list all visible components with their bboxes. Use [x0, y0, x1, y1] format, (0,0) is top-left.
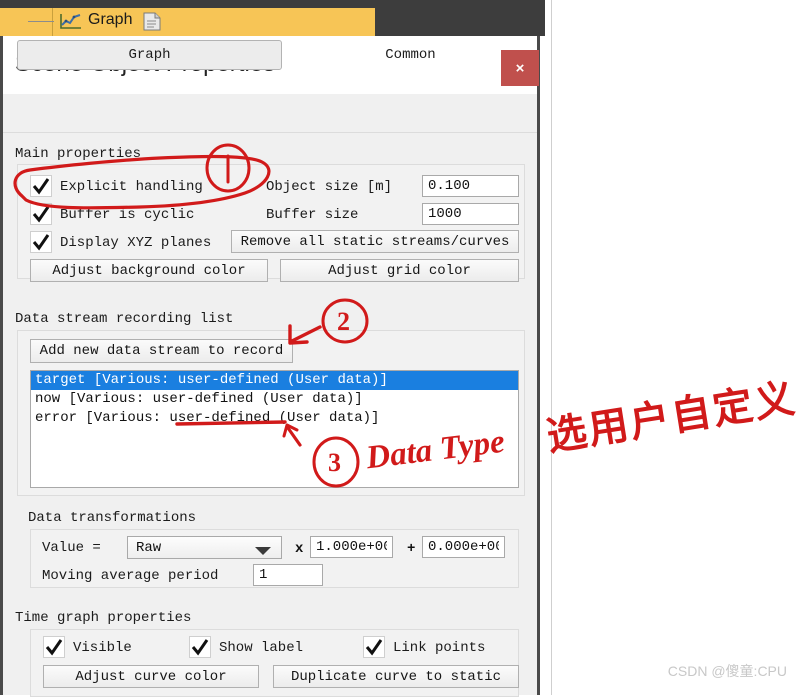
list-item[interactable]: now [Various: user-defined (User data)]: [31, 390, 518, 409]
line-chart-icon: [60, 12, 82, 30]
close-button[interactable]: ×: [501, 50, 539, 86]
label-buffer-size: Buffer size: [266, 207, 359, 223]
offset-input[interactable]: [422, 536, 505, 558]
list-item[interactable]: error [Various: user-defined (User data)…: [31, 409, 518, 428]
document-icon[interactable]: [143, 12, 161, 31]
label-link-points: Link points: [393, 640, 486, 656]
checkbox-buffer-is-cyclic[interactable]: [30, 203, 52, 225]
chevron-down-icon: [255, 547, 271, 555]
label-object-size: Object size [m]: [266, 179, 393, 195]
label-display-xyz-planes: Display XYZ planes: [60, 235, 212, 251]
list-item[interactable]: target [Various: user-defined (User data…: [31, 371, 518, 390]
checkbox-explicit-handling[interactable]: [30, 175, 52, 197]
window-edge-line: [551, 0, 552, 695]
label-explicit-handling: Explicit handling: [60, 179, 203, 195]
adjust-curve-color-button[interactable]: Adjust curve color: [43, 665, 259, 688]
tab-common[interactable]: Common: [303, 40, 518, 70]
tree-branch-line: [28, 21, 54, 22]
moving-average-period-input[interactable]: [253, 564, 323, 586]
label-visible: Visible: [73, 640, 132, 656]
checkbox-visible[interactable]: [43, 636, 65, 658]
add-new-data-stream-button[interactable]: Add new data stream to record: [30, 339, 293, 363]
transform-mode-value: Raw: [136, 540, 162, 556]
checkbox-link-points[interactable]: [363, 636, 385, 658]
transform-mode-dropdown[interactable]: Raw: [127, 536, 282, 559]
checkbox-show-label[interactable]: [189, 636, 211, 658]
label-value-equals: Value =: [42, 540, 101, 556]
background-right-area: [545, 0, 799, 695]
tree-item-label[interactable]: Graph: [88, 11, 132, 29]
screen-root: Graph Scene Object Properties Graph Comm…: [0, 0, 799, 697]
tab-graph[interactable]: Graph: [17, 40, 282, 70]
watermark: CSDN @傻童:CPU: [667, 663, 787, 679]
tree-indent-line: [52, 8, 53, 36]
data-stream-listbox[interactable]: target [Various: user-defined (User data…: [30, 370, 519, 488]
data-stream-group-label: Data stream recording list: [15, 311, 234, 327]
object-size-input[interactable]: [422, 175, 519, 197]
label-moving-average-period: Moving average period: [42, 568, 219, 584]
duplicate-curve-to-static-button[interactable]: Duplicate curve to static: [273, 665, 519, 688]
checkbox-display-xyz-planes[interactable]: [30, 231, 52, 253]
plus-symbol: +: [407, 541, 416, 557]
buffer-size-input[interactable]: [422, 203, 519, 225]
multiply-symbol: x: [295, 541, 304, 557]
adjust-background-color-button[interactable]: Adjust background color: [30, 259, 268, 282]
scene-object-properties-dialog: Scene Object Properties Graph Common Mai…: [0, 36, 540, 697]
label-show-label: Show label: [219, 640, 304, 656]
adjust-grid-color-button[interactable]: Adjust grid color: [280, 259, 519, 282]
label-buffer-is-cyclic: Buffer is cyclic: [60, 207, 195, 223]
scene-hierarchy-strip: [0, 8, 375, 36]
tab-bar-separator: [3, 132, 537, 133]
time-graph-group-label: Time graph properties: [15, 610, 192, 626]
multiplier-input[interactable]: [310, 536, 393, 558]
main-properties-group-label: Main properties: [15, 146, 142, 162]
remove-static-streams-button[interactable]: Remove all static streams/curves: [231, 230, 519, 253]
tab-bar: [3, 94, 537, 134]
data-transformations-group-label: Data transformations: [28, 510, 197, 526]
